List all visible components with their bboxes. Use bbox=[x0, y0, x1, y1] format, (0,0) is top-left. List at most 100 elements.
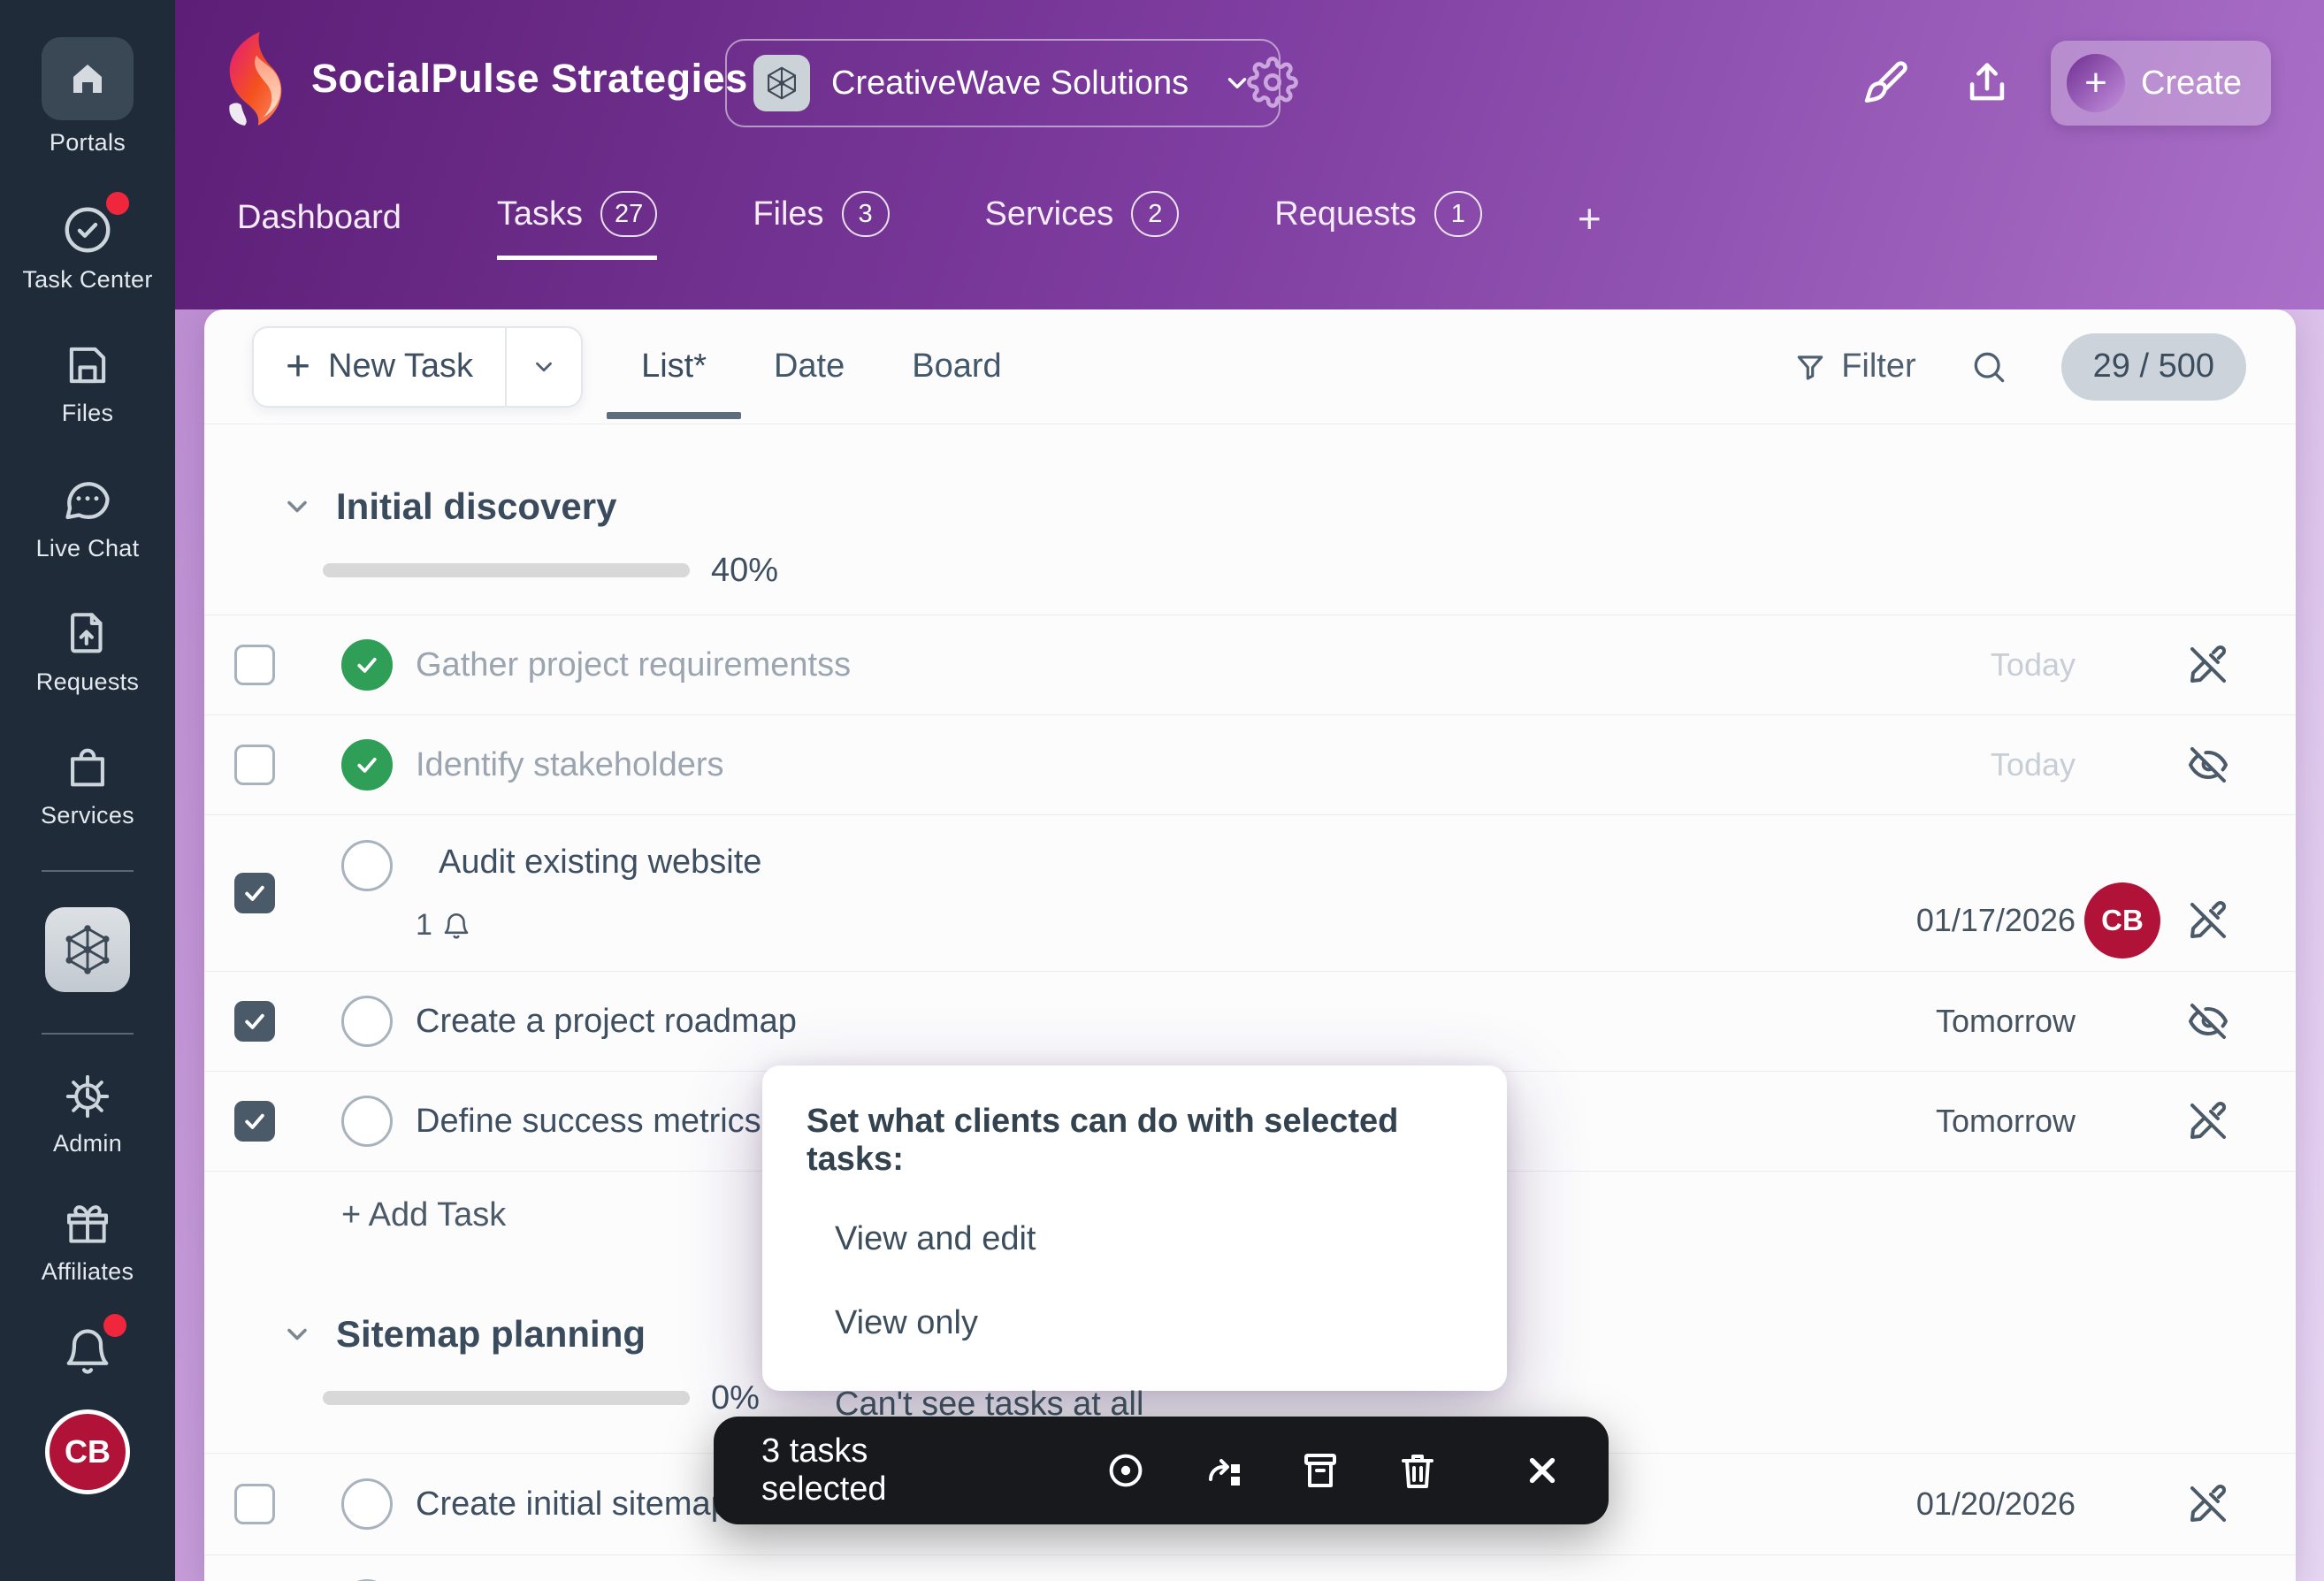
task-select-checkbox[interactable] bbox=[234, 645, 275, 685]
sidebar-divider bbox=[42, 870, 134, 872]
edit-off-icon[interactable] bbox=[2187, 1100, 2229, 1142]
check-icon bbox=[241, 1108, 268, 1134]
sidebar-item-label: Admin bbox=[53, 1130, 122, 1157]
task-complete-toggle[interactable] bbox=[341, 1478, 393, 1530]
chevron-down-icon bbox=[281, 491, 313, 523]
move-to-icon[interactable] bbox=[1202, 1449, 1244, 1492]
edit-off-icon[interactable] bbox=[2187, 1483, 2229, 1525]
progress-percent: 40% bbox=[711, 552, 778, 590]
task-check-icon bbox=[60, 202, 115, 257]
sidebar-item-label: Files bbox=[62, 400, 114, 427]
selection-toolbar: 3 tasks selected bbox=[714, 1417, 1609, 1524]
task-due-date: Tomorrow bbox=[1863, 1003, 2076, 1040]
eye-off-icon[interactable] bbox=[2187, 1000, 2229, 1043]
app-logo-icon bbox=[221, 32, 288, 126]
task-select-checkbox[interactable] bbox=[234, 1001, 275, 1042]
task-complete-toggle[interactable] bbox=[341, 639, 393, 691]
edit-off-icon[interactable] bbox=[2187, 644, 2229, 686]
notifications-dot bbox=[103, 1314, 126, 1337]
task-title[interactable]: Create initial sitemap bbox=[416, 1486, 730, 1524]
client-selector-label: CreativeWave Solutions bbox=[831, 65, 1189, 103]
sidebar-notifications[interactable] bbox=[0, 1325, 175, 1378]
share-export-icon[interactable] bbox=[1961, 57, 2013, 108]
theme-paintbrush-icon[interactable] bbox=[1861, 58, 1910, 108]
sidebar: Portals Task Center Files Live Chat bbox=[0, 0, 175, 1581]
new-task-button[interactable]: +New Task bbox=[252, 326, 583, 408]
search-icon[interactable] bbox=[1969, 348, 2008, 386]
task-title[interactable]: Define success metrics bbox=[416, 1103, 761, 1141]
close-icon[interactable] bbox=[1524, 1452, 1561, 1489]
home-icon bbox=[66, 57, 109, 100]
filter-button[interactable]: Filter bbox=[1793, 348, 1915, 386]
sidebar-item-label: Services bbox=[41, 802, 134, 829]
sidebar-item-label: Affiliates bbox=[42, 1258, 134, 1286]
tab-requests[interactable]: Requests1 bbox=[1274, 191, 1482, 260]
chevron-down-icon bbox=[281, 1318, 313, 1350]
check-icon bbox=[241, 1008, 268, 1035]
edit-off-icon[interactable] bbox=[2187, 899, 2229, 942]
services-count-badge: 2 bbox=[1131, 191, 1179, 237]
tab-files[interactable]: Files3 bbox=[753, 191, 889, 260]
task-title[interactable]: Identify stakeholders bbox=[416, 746, 724, 784]
sidebar-item-admin[interactable]: Admin bbox=[0, 1072, 175, 1157]
task-capacity-badge: 29 / 500 bbox=[2061, 333, 2246, 401]
sidebar-item-live-chat[interactable]: Live Chat bbox=[0, 473, 175, 562]
task-complete-toggle[interactable] bbox=[341, 840, 393, 891]
client-selector[interactable]: CreativeWave Solutions bbox=[725, 39, 1280, 127]
tab-dashboard[interactable]: Dashboard bbox=[237, 199, 401, 260]
sidebar-item-affiliates[interactable]: Affiliates bbox=[0, 1200, 175, 1286]
reminder-count: 1 bbox=[416, 908, 432, 943]
gear-icon bbox=[63, 1072, 112, 1121]
task-row: Audit existing website 1 01/17/2026 CB bbox=[204, 814, 2296, 971]
user-avatar[interactable]: CB bbox=[45, 1409, 130, 1494]
request-doc-icon bbox=[62, 608, 113, 660]
archive-icon[interactable] bbox=[1299, 1449, 1342, 1492]
task-select-checkbox[interactable] bbox=[234, 1484, 275, 1524]
visibility-icon[interactable] bbox=[1105, 1449, 1147, 1492]
app-title: SocialPulse Strategies bbox=[311, 56, 748, 102]
eye-off-icon[interactable] bbox=[2187, 744, 2229, 786]
sidebar-item-portals[interactable]: Portals bbox=[0, 37, 175, 157]
create-button[interactable]: + Create bbox=[2051, 41, 2271, 126]
task-row: Gather project requirementss Today bbox=[204, 615, 2296, 714]
brand: SocialPulse Strategies bbox=[221, 32, 748, 126]
task-title[interactable]: Gather project requirementss bbox=[416, 646, 851, 684]
task-complete-toggle[interactable] bbox=[341, 739, 393, 790]
add-tab-button[interactable]: + bbox=[1578, 195, 1602, 260]
task-due-date: Tomorrow bbox=[1863, 1103, 2076, 1140]
view-tab-date[interactable]: Date bbox=[774, 309, 845, 424]
popup-option-view-only[interactable]: View only bbox=[835, 1304, 1507, 1342]
popup-option-view-and-edit[interactable]: View and edit bbox=[835, 1220, 1507, 1258]
app-window: Portals Task Center Files Live Chat bbox=[0, 0, 2324, 1581]
sidebar-client-logo[interactable] bbox=[45, 907, 130, 992]
task-title[interactable]: Create a project roadmap bbox=[416, 1003, 797, 1041]
new-task-dropdown-toggle[interactable] bbox=[505, 328, 581, 406]
progress-bar bbox=[323, 563, 690, 577]
task-complete-toggle[interactable] bbox=[341, 1096, 393, 1147]
task-row: Review sitemap with client 01/22/2026 bbox=[204, 1554, 2296, 1581]
section-toggle[interactable]: Initial discovery bbox=[281, 485, 2296, 528]
task-select-checkbox[interactable] bbox=[234, 873, 275, 913]
tab-tasks[interactable]: Tasks27 bbox=[497, 191, 657, 260]
section-title: Initial discovery bbox=[336, 485, 616, 528]
task-select-checkbox[interactable] bbox=[234, 745, 275, 785]
delete-trash-icon[interactable] bbox=[1396, 1449, 1439, 1492]
workspace-settings-gear-icon[interactable] bbox=[1247, 57, 1298, 108]
task-center-notification-dot bbox=[106, 192, 129, 215]
sidebar-item-requests[interactable]: Requests bbox=[0, 608, 175, 696]
task-title[interactable]: Audit existing website bbox=[439, 844, 761, 882]
client-geometric-logo-icon bbox=[59, 921, 116, 978]
gift-icon bbox=[63, 1200, 112, 1249]
bell-icon bbox=[441, 911, 471, 941]
sidebar-item-services[interactable]: Services bbox=[0, 742, 175, 829]
assignee-avatar[interactable]: CB bbox=[2084, 882, 2160, 959]
sidebar-item-task-center[interactable]: Task Center bbox=[0, 202, 175, 294]
view-tab-list[interactable]: List* bbox=[641, 309, 707, 424]
task-select-checkbox[interactable] bbox=[234, 1101, 275, 1142]
view-tab-board[interactable]: Board bbox=[912, 309, 1001, 424]
task-complete-toggle[interactable] bbox=[341, 996, 393, 1047]
avatar-initials: CB bbox=[65, 1433, 111, 1470]
sidebar-item-files[interactable]: Files bbox=[0, 340, 175, 427]
tab-services[interactable]: Services2 bbox=[985, 191, 1180, 260]
sidebar-item-label: Portals bbox=[50, 129, 126, 157]
